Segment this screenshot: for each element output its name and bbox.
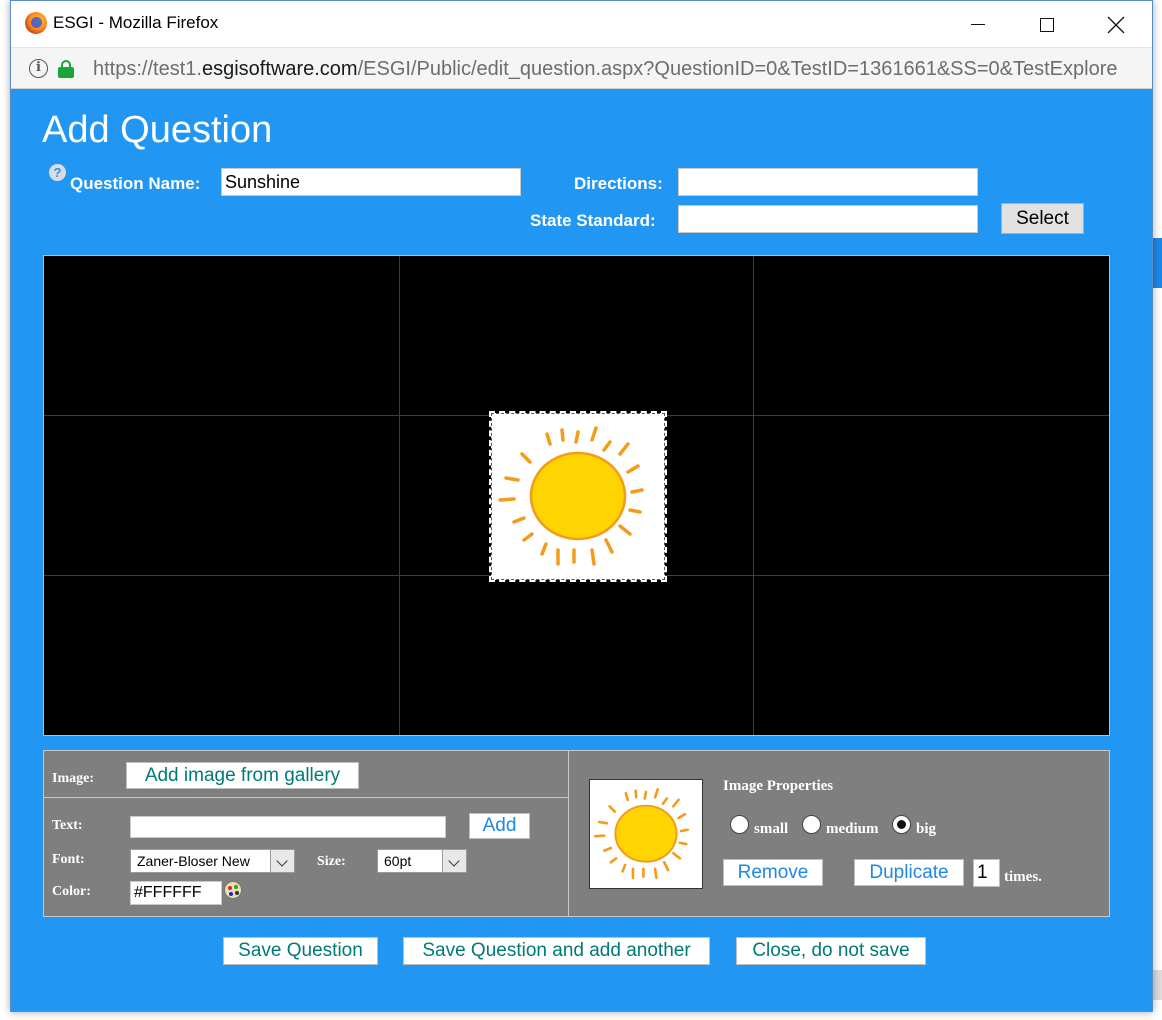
state-standard-label: State Standard:	[530, 211, 656, 230]
panel-divider	[44, 797, 569, 798]
sun-icon	[498, 426, 644, 566]
directions-input[interactable]	[678, 168, 978, 196]
close-window-button[interactable]	[1093, 9, 1139, 39]
add-text-button[interactable]: Add	[469, 813, 530, 839]
question-canvas[interactable]	[43, 255, 1110, 736]
close-without-saving-button[interactable]: Close, do not save	[736, 937, 926, 965]
size-big-label: big	[916, 821, 937, 837]
state-standard-input[interactable]	[678, 205, 978, 233]
close-icon	[1107, 16, 1125, 34]
image-label: Image:	[52, 771, 94, 786]
size-medium-radio[interactable]	[802, 815, 821, 834]
grid-line	[753, 256, 754, 735]
firefox-logo-icon	[25, 12, 47, 34]
font-select[interactable]: Zaner-Bloser New	[130, 849, 295, 873]
chevron-down-icon	[442, 850, 466, 872]
add-question-dialog: Add Question ? Question Name: Directions…	[11, 89, 1152, 1011]
select-standard-button[interactable]: Select	[1001, 203, 1084, 234]
dialog-title: Add Question	[42, 109, 273, 151]
url-text[interactable]: https://test1.esgisoftware.com/ESGI/Publ…	[93, 58, 1151, 81]
size-medium-label: medium	[826, 821, 879, 837]
help-icon[interactable]: ?	[49, 164, 66, 181]
text-input[interactable]	[130, 816, 446, 838]
chevron-down-icon	[270, 850, 294, 872]
text-label: Text:	[52, 818, 83, 833]
duplicate-image-button[interactable]: Duplicate	[854, 859, 964, 886]
panel-left-section: Image: Add image from gallery Text: Add …	[44, 751, 569, 916]
image-thumbnail	[589, 779, 703, 889]
grid-line	[399, 256, 400, 735]
size-label: Size:	[317, 854, 346, 869]
size-select[interactable]: 60pt	[377, 849, 467, 873]
url-host: esgisoftware.com	[201, 58, 358, 80]
lock-icon[interactable]	[58, 60, 74, 78]
question-name-label: Question Name:	[70, 174, 201, 193]
window-title: ESGI - Mozilla Firefox	[53, 13, 219, 32]
question-name-input[interactable]	[221, 168, 521, 196]
size-small-label: small	[754, 821, 789, 837]
color-input[interactable]	[130, 881, 222, 905]
size-select-value: 60pt	[384, 853, 412, 869]
maximize-button[interactable]	[1024, 9, 1070, 39]
browser-window: ESGI - Mozilla Firefox i https://test1.e…	[10, 0, 1153, 1012]
url-path: /ESGI/Public/edit_question.aspx?Question…	[357, 58, 1118, 80]
color-palette-icon[interactable]	[224, 881, 242, 899]
url-prefix: https://test1.	[93, 58, 202, 80]
info-icon[interactable]: i	[29, 59, 48, 78]
remove-image-button[interactable]: Remove	[723, 859, 823, 886]
save-question-button[interactable]: Save Question	[223, 937, 378, 965]
sun-thumbnail-icon	[593, 788, 689, 880]
title-bar: ESGI - Mozilla Firefox	[11, 1, 1152, 47]
maximize-icon	[1040, 17, 1054, 32]
size-small-radio[interactable]	[730, 815, 749, 834]
minimize-button[interactable]	[955, 9, 1001, 39]
directions-label: Directions:	[574, 174, 663, 193]
url-bar[interactable]: i https://test1.esgisoftware.com/ESGI/Pu…	[11, 47, 1152, 89]
font-select-value: Zaner-Bloser New	[137, 853, 250, 869]
image-properties-title: Image Properties	[723, 778, 834, 794]
minimize-icon	[971, 24, 985, 26]
duplicate-count-input[interactable]	[973, 859, 1000, 887]
size-big-radio[interactable]	[892, 815, 911, 834]
color-label: Color:	[52, 884, 91, 899]
sun-image[interactable]	[489, 411, 667, 582]
editor-panel: Image: Add image from gallery Text: Add …	[43, 750, 1110, 917]
save-and-add-another-button[interactable]: Save Question and add another	[403, 937, 710, 965]
times-label: times.	[1004, 869, 1042, 885]
font-label: Font:	[52, 852, 85, 867]
add-image-from-gallery-button[interactable]: Add image from gallery	[126, 762, 359, 789]
